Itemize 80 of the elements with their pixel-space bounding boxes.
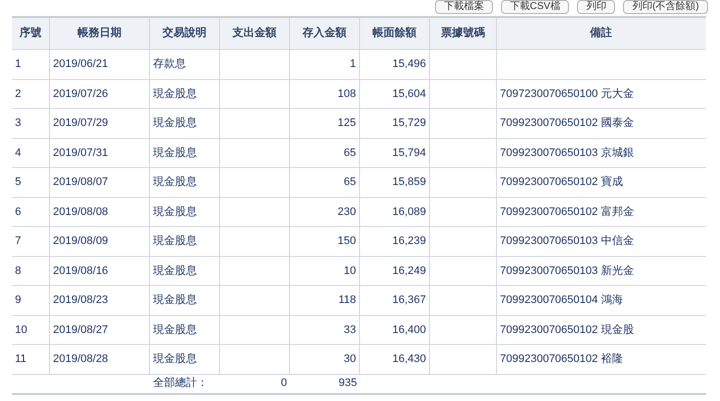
table-cell-text: 7099230070650103 京城銀 bbox=[500, 146, 634, 160]
table-cell-text: 2019/08/08 bbox=[53, 204, 108, 220]
table-cell-text: 7099230070650102 裕隆 bbox=[500, 352, 623, 367]
table-cell-text: 125 bbox=[338, 116, 356, 131]
toolbar-button[interactable]: 列印(不含餘額) bbox=[623, 0, 708, 14]
table-cell-text: 16,089 bbox=[392, 204, 426, 220]
table-cell-text: 7099230070650102 國泰金 bbox=[500, 116, 634, 131]
column-header: 備註 bbox=[588, 26, 613, 42]
table-cell-text: 10 bbox=[15, 322, 28, 338]
column-header: 支出金額 bbox=[220, 18, 290, 49]
table-cell-text: 7099230070650103 中信金 bbox=[500, 234, 634, 249]
table-cell-text: 118 bbox=[338, 293, 356, 308]
table-cell-text: 2019/08/28 bbox=[53, 352, 108, 367]
table-cell-text: 15,496 bbox=[392, 57, 426, 72]
table-cell-text: 現金股息 bbox=[153, 322, 197, 338]
table-cell-text: 現金股息 bbox=[153, 146, 197, 160]
table-cell-text: 7 bbox=[15, 234, 22, 249]
table-cell-text: 1 bbox=[15, 57, 22, 72]
table-cell-text: 2019/08/27 bbox=[53, 322, 108, 338]
table-cell-text: 2019/07/31 bbox=[53, 146, 108, 160]
table-cell-text: 4 bbox=[15, 146, 22, 160]
table-cell-text: 2019/08/16 bbox=[53, 264, 108, 278]
table-cell-text: 16,249 bbox=[392, 264, 426, 278]
table-cell-text: 30 bbox=[344, 352, 356, 367]
total-deposit: 935 bbox=[338, 376, 357, 392]
table-cell-text: 7099230070650102 現金股 bbox=[500, 322, 634, 338]
column-header: 存入金額 bbox=[290, 18, 360, 49]
column-header: 帳務日期 bbox=[50, 18, 150, 49]
total-withdrawal: 0 bbox=[280, 376, 287, 392]
table-cell-text: 6 bbox=[15, 204, 22, 220]
table-cell-text: 現金股息 bbox=[153, 116, 197, 131]
table-cell-text: 150 bbox=[338, 234, 356, 249]
table-cell-text: 5 bbox=[15, 175, 22, 190]
table-cell-text: 11 bbox=[15, 352, 26, 367]
table-cell-text: 2019/07/29 bbox=[53, 116, 108, 131]
table-cell-text: 2019/06/21 bbox=[53, 57, 108, 72]
table-cell-text: 65 bbox=[344, 146, 356, 160]
table-cell-text: 33 bbox=[344, 322, 356, 338]
table-cell-text: 16,430 bbox=[392, 352, 426, 367]
table-cell-text: 108 bbox=[338, 86, 356, 102]
table-cell-text: 65 bbox=[344, 175, 356, 190]
table-cell-text: 2019/07/26 bbox=[53, 86, 108, 102]
column-header: 帳面餘額 bbox=[360, 18, 430, 49]
table-cell-text: 7099230070650104 鴻海 bbox=[500, 293, 623, 308]
table-cell-text: 現金股息 bbox=[153, 86, 197, 102]
table-cell-text: 現金股息 bbox=[153, 264, 197, 278]
table-cell-text: 2019/08/23 bbox=[53, 293, 108, 308]
column-header: 交易說明 bbox=[150, 18, 220, 49]
toolbar-button[interactable]: 列印 bbox=[577, 0, 616, 14]
column-header: 票據號碼 bbox=[430, 18, 497, 49]
table-cell-text: 230 bbox=[338, 204, 356, 220]
table-cell-text: 9 bbox=[15, 293, 22, 308]
toolbar-button[interactable]: 下載檔案 bbox=[434, 0, 493, 14]
table-cell-text: 2 bbox=[15, 86, 22, 102]
table-cell-text: 15,859 bbox=[392, 175, 426, 190]
table-cell-text: 3 bbox=[15, 116, 22, 131]
total-label: 全部總計： bbox=[153, 377, 208, 390]
column-header: 序號 bbox=[12, 18, 50, 49]
table-cell-text: 7099230070650102 富邦金 bbox=[500, 204, 634, 220]
table-cell-text: 15,729 bbox=[392, 116, 426, 131]
table-cell-text: 15,794 bbox=[392, 146, 426, 160]
table-cell-text: 16,400 bbox=[392, 322, 426, 338]
table-cell-text: 現金股息 bbox=[153, 234, 197, 249]
table-cell-text: 8 bbox=[15, 264, 22, 278]
toolbar-button[interactable]: 下載CSV檔 bbox=[500, 0, 570, 14]
table-cell-text: 現金股息 bbox=[153, 293, 197, 308]
table-cell-text: 7099230070650103 新光金 bbox=[500, 264, 634, 278]
table-cell-text: 現金股息 bbox=[153, 352, 197, 367]
table-cell-text: 現金股息 bbox=[153, 175, 197, 190]
table-cell-text: 7097230070650100 元大金 bbox=[500, 86, 634, 102]
table-cell-text: 現金股息 bbox=[153, 204, 197, 220]
table-cell-text: 10 bbox=[344, 264, 356, 278]
table-cell-text: 15,604 bbox=[392, 86, 426, 102]
table-cell-text: 16,367 bbox=[392, 293, 426, 308]
table-cell-text: 2019/08/09 bbox=[53, 234, 108, 249]
table-cell-text: 2019/08/07 bbox=[53, 175, 108, 190]
table-cell-text: 16,239 bbox=[392, 234, 426, 249]
table-cell-text: 7099230070650102 寶成 bbox=[500, 174, 623, 190]
table-cell-text: 1 bbox=[350, 57, 356, 72]
table-cell-text: 存款息 bbox=[153, 57, 186, 72]
